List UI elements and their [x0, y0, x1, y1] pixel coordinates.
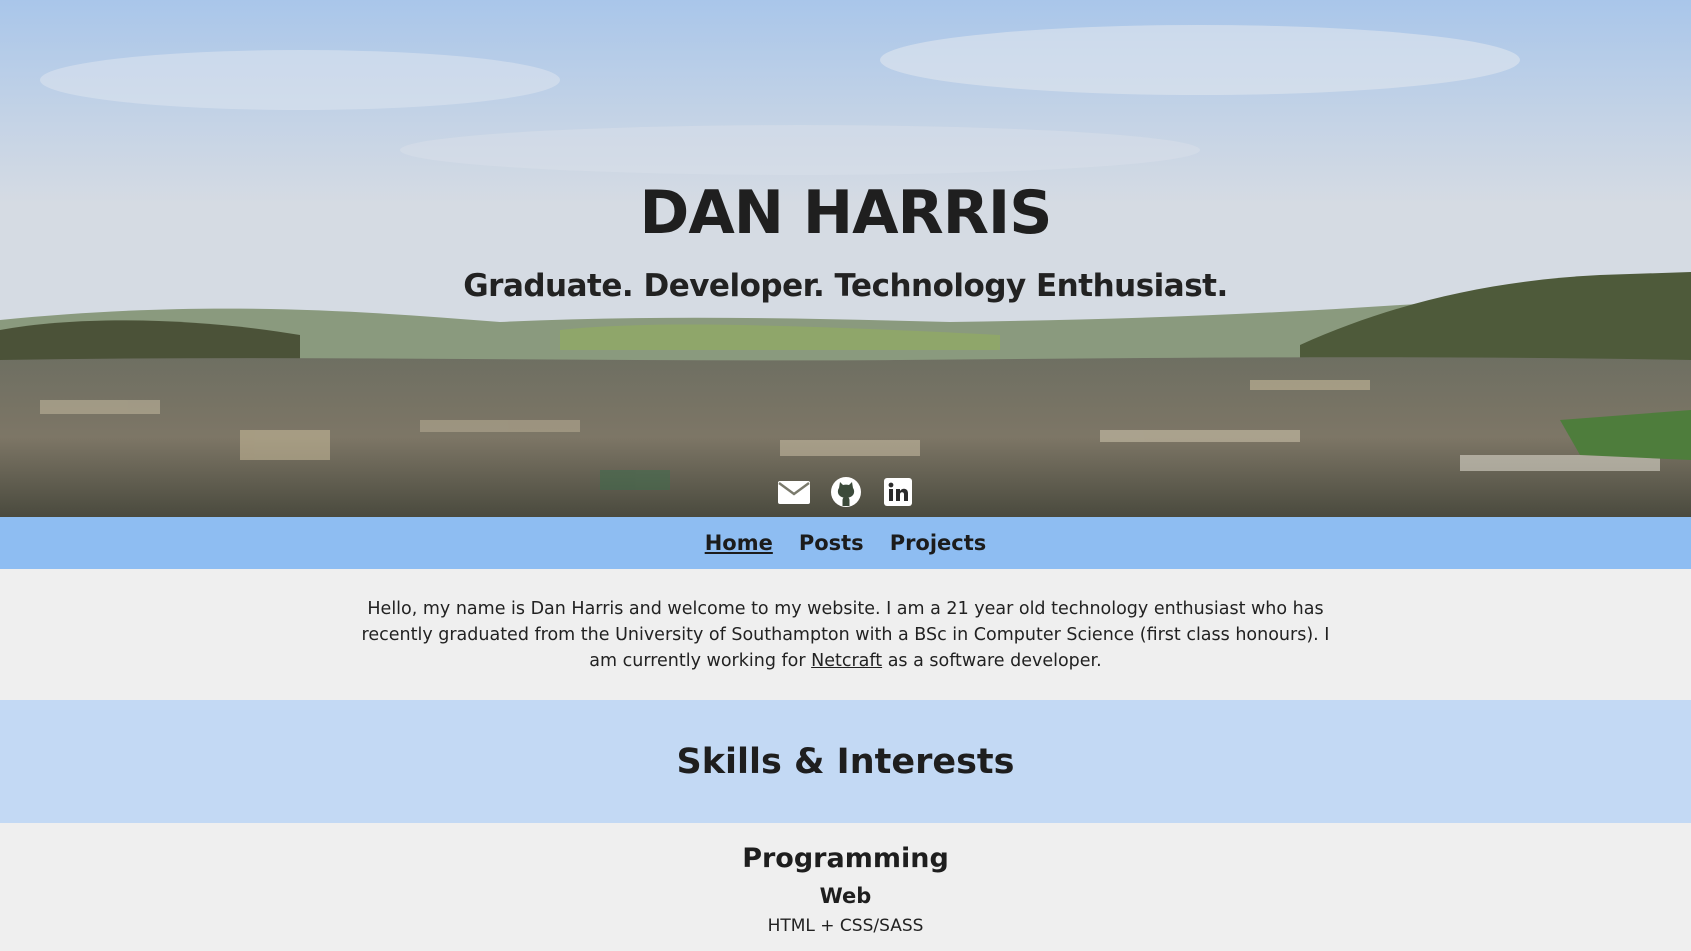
nav-item-projects[interactable]: Projects — [890, 531, 987, 555]
skills-heading: Skills & Interests — [676, 741, 1015, 782]
intro-section: Hello, my name is Dan Harris and welcome… — [0, 569, 1691, 700]
linkedin-icon — [883, 478, 912, 506]
nav-item-posts[interactable]: Posts — [799, 531, 864, 555]
skills-section: Programming Web HTML + CSS/SASS — [0, 823, 1691, 951]
hero-banner: DAN HARRIS Graduate. Developer. Technolo… — [0, 0, 1691, 517]
email-link[interactable] — [777, 476, 811, 508]
hero-background-image — [0, 0, 1691, 517]
intro-paragraph: Hello, my name is Dan Harris and welcome… — [346, 596, 1346, 674]
netcraft-link[interactable]: Netcraft — [811, 651, 882, 671]
site-title: DAN HARRIS — [639, 178, 1053, 248]
github-icon — [830, 477, 861, 507]
skills-header: Skills & Interests — [0, 700, 1691, 823]
main-nav: Home Posts Projects — [0, 517, 1691, 569]
envelope-icon — [777, 481, 810, 504]
skill-item: HTML + CSS/SASS — [767, 916, 924, 936]
nav-item-home[interactable]: Home — [705, 531, 773, 555]
skills-subcategory-heading: Web — [819, 884, 872, 908]
site-tagline: Graduate. Developer. Technology Enthusia… — [463, 268, 1228, 304]
linkedin-link[interactable] — [881, 476, 915, 508]
intro-text-after: as a software developer. — [882, 650, 1102, 671]
social-links — [0, 476, 1691, 508]
github-link[interactable] — [829, 476, 863, 508]
skills-category-heading: Programming — [742, 843, 949, 874]
